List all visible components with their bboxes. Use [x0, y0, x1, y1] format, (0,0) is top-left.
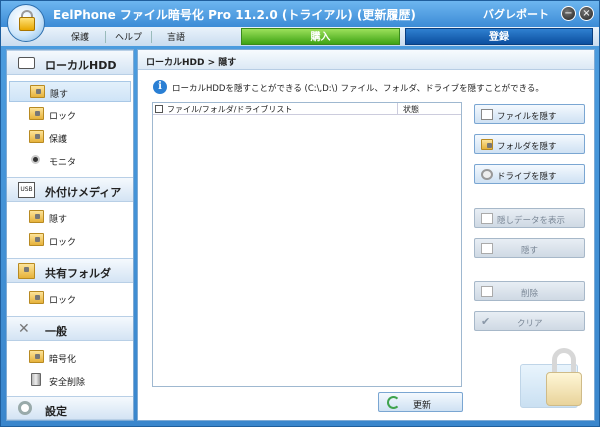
lock-folder-illustration-icon [520, 346, 588, 416]
app-title: EelPhone ファイル暗号化 Pro 11.2.0 (トライアル) (更新履… [53, 8, 416, 22]
lock-folder-icon [29, 107, 44, 120]
hide-button[interactable]: 隠す [474, 238, 585, 258]
sidebar-item-external-hide[interactable]: 隠す [9, 207, 131, 228]
hide-folder-button[interactable]: フォルダを隠す [474, 134, 585, 154]
menu-help[interactable]: ヘルプ [115, 30, 142, 43]
sidebar-item-external-lock[interactable]: ロック [9, 230, 131, 251]
list-header: ファイル/フォルダ/ドライブリスト 状態 [153, 103, 461, 115]
hide-file-button[interactable]: ファイルを隠す [474, 104, 585, 124]
trash-icon [31, 373, 41, 386]
sidebar-item-shared-lock[interactable]: ロック [9, 288, 131, 309]
select-all-checkbox[interactable] [155, 105, 163, 113]
sidebar-section-shared-folder[interactable]: 共有フォルダ [7, 258, 133, 283]
sidebar-section-external-media[interactable]: USB 外付けメディア [7, 177, 133, 202]
sidebar: ローカルHDD 隠す ロック 保護 モニタ USB 外付けメディア 隠す ロック… [6, 49, 134, 421]
encrypt-icon [29, 350, 44, 363]
app-window: EelPhone ファイル暗号化 Pro 11.2.0 (トライアル) (更新履… [0, 0, 600, 427]
sidebar-item-encrypt[interactable]: 暗号化 [9, 347, 131, 368]
buy-button[interactable]: 購入 [241, 28, 400, 45]
column-header-status[interactable]: 状態 [403, 104, 419, 115]
sidebar-section-local-hdd[interactable]: ローカルHDD [7, 50, 133, 75]
menu-language[interactable]: 言語 [167, 30, 185, 43]
bug-report-link[interactable]: バグレポート [483, 6, 549, 22]
sidebar-section-settings[interactable]: 設定 [7, 396, 133, 420]
shared-folder-icon [18, 263, 35, 279]
delete-icon [481, 286, 493, 297]
hide-folder-icon [29, 210, 44, 223]
hide-drive-button[interactable]: ドライブを隠す [474, 164, 585, 184]
hide-folder-icon [30, 85, 45, 98]
minimize-button[interactable]: − [561, 6, 576, 21]
close-button[interactable]: × [579, 6, 594, 21]
file-list[interactable]: ファイル/フォルダ/ドライブリスト 状態 [152, 102, 462, 387]
info-icon: i [153, 80, 167, 94]
usb-icon: USB [18, 182, 35, 198]
file-icon [481, 109, 493, 120]
monitor-icon [31, 155, 40, 164]
breadcrumb: ローカルHDD > 隠す [146, 58, 237, 68]
gear-icon [18, 401, 32, 415]
register-button[interactable]: 登録 [405, 28, 593, 45]
drive-icon [481, 169, 493, 180]
sidebar-item-hdd-hide[interactable]: 隠す [9, 81, 131, 102]
tools-icon: ✕ [18, 321, 30, 337]
sidebar-item-secure-delete[interactable]: 安全削除 [9, 370, 131, 391]
checkmark-icon: ✔ [481, 315, 491, 328]
sidebar-item-hdd-lock[interactable]: ロック [9, 104, 131, 125]
column-header-path[interactable]: ファイル/フォルダ/ドライブリスト [167, 104, 292, 115]
delete-button[interactable]: 削除 [474, 281, 585, 301]
protect-folder-icon [29, 130, 44, 143]
main-panel: ローカルHDD > 隠す i ローカルHDDを隠すことができる (C:\,D:\… [137, 49, 595, 421]
lock-folder-icon [29, 233, 44, 246]
lock-folder-icon [29, 291, 44, 304]
hide-icon [481, 243, 493, 254]
breadcrumb-bar: ローカルHDD > 隠す [138, 50, 594, 70]
refresh-icon [387, 396, 400, 409]
sidebar-item-hdd-monitor[interactable]: モニタ [9, 150, 131, 171]
show-data-icon [481, 213, 493, 224]
sidebar-section-general[interactable]: ✕ 一般 [7, 316, 133, 341]
app-logo-icon [7, 4, 45, 42]
menu-protect[interactable]: 保護 [71, 30, 89, 43]
clear-button[interactable]: ✔ クリア [474, 311, 585, 331]
description-text: ローカルHDDを隠すことができる (C:\,D:\) ファイル、フォルダ、ドライ… [172, 84, 544, 94]
show-hidden-data-button[interactable]: 隠しデータを表示 [474, 208, 585, 228]
refresh-button[interactable]: 更新 [378, 392, 463, 412]
folder-icon [481, 139, 493, 150]
hdd-icon [18, 57, 35, 69]
title-bar: EelPhone ファイル暗号化 Pro 11.2.0 (トライアル) (更新履… [1, 1, 599, 27]
sidebar-item-hdd-protect[interactable]: 保護 [9, 127, 131, 148]
